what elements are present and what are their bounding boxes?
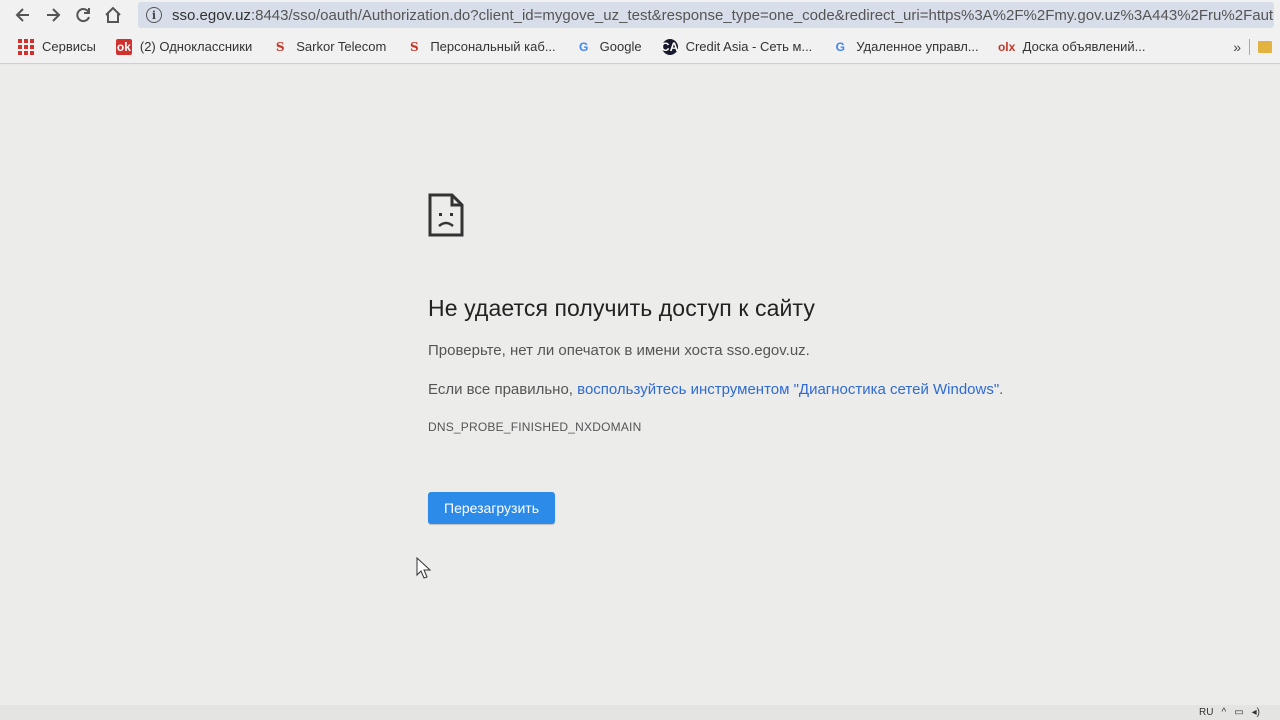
bookmark-sarkor[interactable]: S Sarkor Telecom [272, 39, 386, 55]
error-code: DNS_PROBE_FINISHED_NXDOMAIN [428, 420, 642, 434]
credit-asia-icon: CA [660, 38, 679, 55]
volume-icon[interactable]: ◂) [1252, 707, 1260, 718]
google-icon: G [578, 39, 589, 54]
diagnostics-prefix: Если все правильно, [428, 381, 578, 398]
odnoklassniki-icon: ok [115, 38, 132, 55]
bookmark-personal-cabinet[interactable]: S Персональный каб... [406, 39, 556, 55]
error-hint-diagnostics: Если все правильно, воспользуйтесь инстр… [428, 381, 1068, 398]
error-content: Не удается получить доступ к сайту Прове… [428, 193, 1068, 524]
bookmark-label: Google [599, 39, 642, 54]
bookmark-credit-asia[interactable]: CA Credit Asia - Сеть м... [660, 38, 813, 55]
bookmark-label: Сервисы [42, 39, 96, 54]
bookmark-label: Sarkor Telecom [296, 39, 387, 54]
separator [1249, 39, 1250, 55]
address-bar[interactable]: i sso.egov.uz:8443/sso/oauth/Authorizati… [138, 2, 1274, 28]
mouse-cursor-icon [416, 557, 432, 579]
url-text: sso.egov.uz:8443/sso/oauth/Authorization… [172, 7, 1274, 24]
sarkor-icon: S [409, 39, 419, 54]
home-button[interactable] [98, 1, 128, 29]
error-page: Не удается получить доступ к сайту Прове… [0, 65, 1280, 705]
bookmark-odnoklassniki[interactable]: ok (2) Одноклассники [115, 38, 253, 55]
system-tray: RU ^ ▭ ◂) [1199, 705, 1260, 720]
bookmark-remote-control[interactable]: G Удаленное управл... [832, 39, 979, 55]
url-rest: :8443/sso/oauth/Authorization.do?client_… [250, 6, 1274, 24]
sarkor-icon: S [275, 39, 285, 54]
olx-icon: olx [997, 39, 1016, 54]
arrow-left-icon [15, 8, 29, 22]
google-icon: G [835, 39, 845, 54]
chevron-up-icon[interactable]: ^ [1221, 707, 1226, 718]
forward-button[interactable] [38, 1, 68, 29]
diagnostics-link[interactable]: воспользуйтесь инструментом "Диагностика… [577, 381, 999, 398]
bookmark-services[interactable]: Сервисы [18, 38, 96, 55]
bookmark-google[interactable]: G Google [576, 39, 642, 55]
bookmark-label: Доска объявлений... [1022, 39, 1146, 54]
diagnostics-suffix: . [999, 381, 1004, 398]
info-icon[interactable]: i [146, 7, 162, 23]
home-icon [105, 6, 121, 23]
bookmarks-overflow: » [1233, 30, 1272, 64]
bookmarks-bar: Сервисы ok (2) Одноклассники S Sarkor Te… [0, 30, 1280, 64]
reload-icon [76, 8, 90, 23]
reload-button[interactable]: Перезагрузить [428, 492, 555, 524]
error-hint-typo: Проверьте, нет ли опечаток в имени хоста… [428, 342, 810, 359]
back-button[interactable] [8, 1, 38, 29]
error-title: Не удается получить доступ к сайту [428, 295, 815, 321]
bookmark-label: Credit Asia - Сеть м... [685, 39, 813, 54]
apps-grid-icon [18, 38, 34, 55]
language-indicator[interactable]: RU [1199, 707, 1213, 718]
bookmark-label: Персональный каб... [430, 39, 556, 54]
chevron-double-right-icon[interactable]: » [1233, 39, 1241, 55]
bookmark-label: (2) Одноклассники [139, 39, 253, 54]
sad-page-icon [428, 193, 464, 237]
network-icon[interactable]: ▭ [1234, 707, 1243, 718]
bookmark-olx[interactable]: olx Доска объявлений... [997, 39, 1146, 55]
nav-buttons [0, 1, 128, 29]
bookmark-label: Удаленное управл... [856, 39, 979, 54]
browser-toolbar: i sso.egov.uz:8443/sso/oauth/Authorizati… [0, 0, 1280, 30]
url-host: sso.egov.uz [172, 6, 251, 24]
taskbar: RU ^ ▭ ◂) [0, 705, 1280, 720]
folder-icon[interactable] [1258, 41, 1272, 53]
arrow-right-icon [47, 8, 61, 22]
reload-toolbar-button[interactable] [68, 1, 98, 29]
